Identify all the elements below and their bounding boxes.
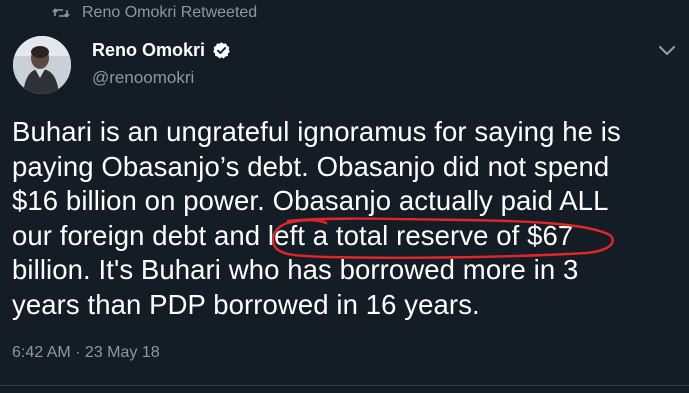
- retweet-icon: [52, 6, 70, 20]
- retweet-context: Reno Omokri Retweeted: [52, 2, 257, 24]
- tweet-card[interactable]: Reno Omokri Retweeted Reno Omokri @renoo…: [0, 0, 689, 393]
- tweet-line: Buhari is an ungrateful ignoramus for sa…: [12, 116, 621, 147]
- tweet-line: billion. It's Buhari who has borrowed mo…: [12, 254, 579, 285]
- author-block[interactable]: Reno Omokri @renoomokri: [92, 38, 231, 88]
- avatar[interactable]: [13, 36, 71, 94]
- tweet-line-highlighted: our foreign debt and left a total reserv…: [12, 219, 574, 251]
- author-name[interactable]: Reno Omokri: [92, 40, 205, 61]
- author-handle[interactable]: @renoomokri: [92, 68, 231, 88]
- tweet-text: Buhari is an ungrateful ignoramus for sa…: [12, 115, 680, 322]
- tweet-line: years than PDP borrowed in 16 years.: [12, 288, 480, 320]
- divider: [0, 385, 689, 386]
- verified-badge-icon: [212, 41, 231, 60]
- tweet-line: paying Obasanjo’s debt. Obasanjo did not…: [12, 150, 610, 182]
- chevron-down-icon[interactable]: [657, 44, 677, 58]
- tweet-line: $16 billion on power. Obasanjo actually …: [12, 185, 609, 216]
- tweet-timestamp[interactable]: 6:42 AM · 23 May 18: [12, 344, 160, 362]
- retweet-label: Reno Omokri Retweeted: [82, 4, 258, 21]
